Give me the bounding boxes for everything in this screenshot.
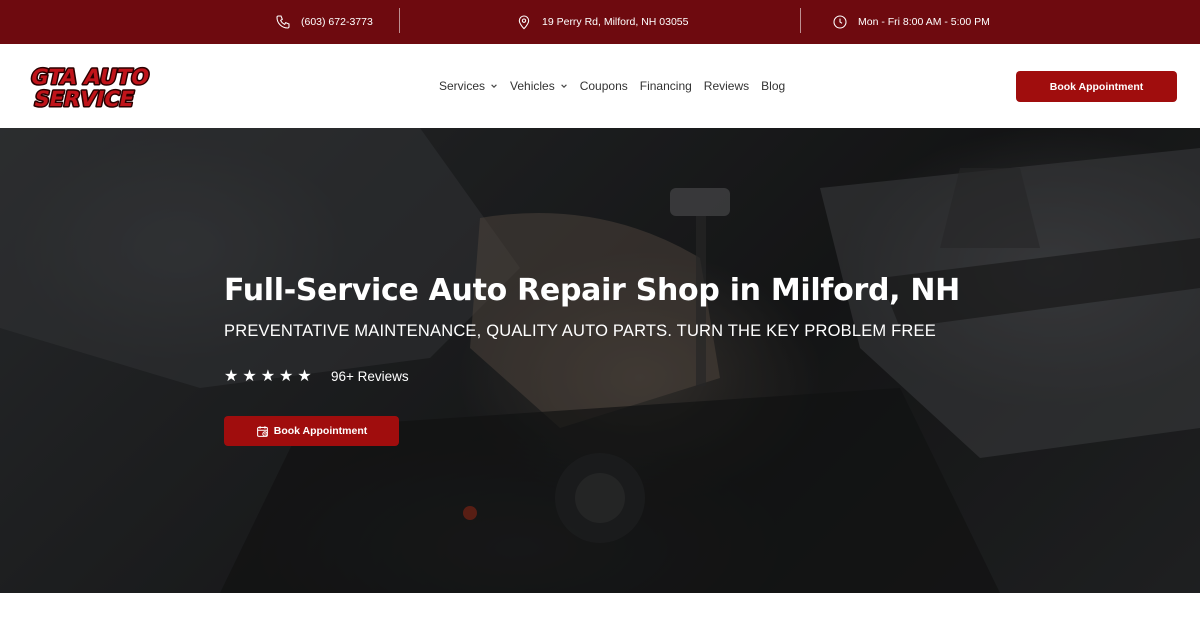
hero-title: Full-Service Auto Repair Shop in Milford… [224, 273, 960, 308]
nav-item-blog[interactable]: Blog [761, 79, 785, 93]
below-hero-area [0, 593, 1200, 630]
nav-label: Financing [639, 79, 692, 93]
hours-text: Mon - Fri 8:00 AM - 5:00 PM [858, 16, 990, 28]
site-header: GTA AUTO GTA AUTO SERVICE SERVICE Servic… [0, 44, 1200, 128]
clock-icon [833, 15, 847, 29]
star-icon: ★ [279, 368, 294, 385]
hero-dark-overlay [0, 128, 1200, 593]
nav-item-reviews[interactable]: Reviews [704, 79, 749, 93]
top-info-bar: (603) 672-3773 19 Perry Rd, Milford, NH … [0, 0, 1200, 44]
star-icon: ★ [224, 368, 239, 385]
hero-subtitle: PREVENTATIVE MAINTENANCE, QUALITY AUTO P… [224, 322, 936, 340]
phone-number[interactable]: (603) 672-3773 [301, 16, 373, 28]
main-nav: Services Vehicles Coupons Financing Revi… [439, 44, 785, 128]
map-pin-icon [518, 15, 530, 30]
nav-label: Coupons [579, 79, 628, 93]
logo-text-2-fill: SERVICE [32, 87, 137, 110]
nav-label: Reviews [703, 79, 750, 93]
hours-info: Mon - Fri 8:00 AM - 5:00 PM [832, 0, 990, 44]
phone-icon [276, 15, 290, 29]
nav-item-services[interactable]: Services [439, 79, 498, 93]
star-icon: ★ [260, 368, 276, 385]
nav-item-vehicles[interactable]: Vehicles [510, 79, 568, 93]
divider [800, 8, 801, 33]
phone-contact[interactable]: (603) 672-3773 [275, 0, 373, 44]
calendar-icon [256, 425, 268, 437]
reviews-count[interactable]: 96+ Reviews [331, 369, 409, 384]
nav-label: Vehicles [510, 79, 555, 93]
nav-label: Services [439, 79, 486, 93]
rating-stars: ★ ★ ★ ★ ★ [224, 368, 312, 386]
address-text[interactable]: 19 Perry Rd, Milford, NH 03055 [542, 16, 688, 28]
hero-section: Full-Service Auto Repair Shop in Milford… [0, 128, 1200, 593]
nav-label: Blog [761, 79, 786, 93]
hero-cta-label: Book Appointment [273, 425, 368, 437]
star-icon: ★ [297, 368, 312, 385]
book-appointment-button[interactable]: Book Appointment [1016, 71, 1177, 102]
chevron-down-icon [560, 84, 567, 88]
divider [399, 8, 400, 33]
brand-logo[interactable]: GTA AUTO GTA AUTO SERVICE SERVICE [22, 64, 162, 110]
address-contact[interactable]: 19 Perry Rd, Milford, NH 03055 [516, 0, 688, 44]
nav-item-coupons[interactable]: Coupons [580, 79, 628, 93]
hero-book-appointment-button[interactable]: Book Appointment [224, 416, 399, 446]
star-icon: ★ [242, 368, 257, 385]
nav-item-financing[interactable]: Financing [640, 79, 692, 93]
chevron-down-icon [491, 84, 497, 88]
